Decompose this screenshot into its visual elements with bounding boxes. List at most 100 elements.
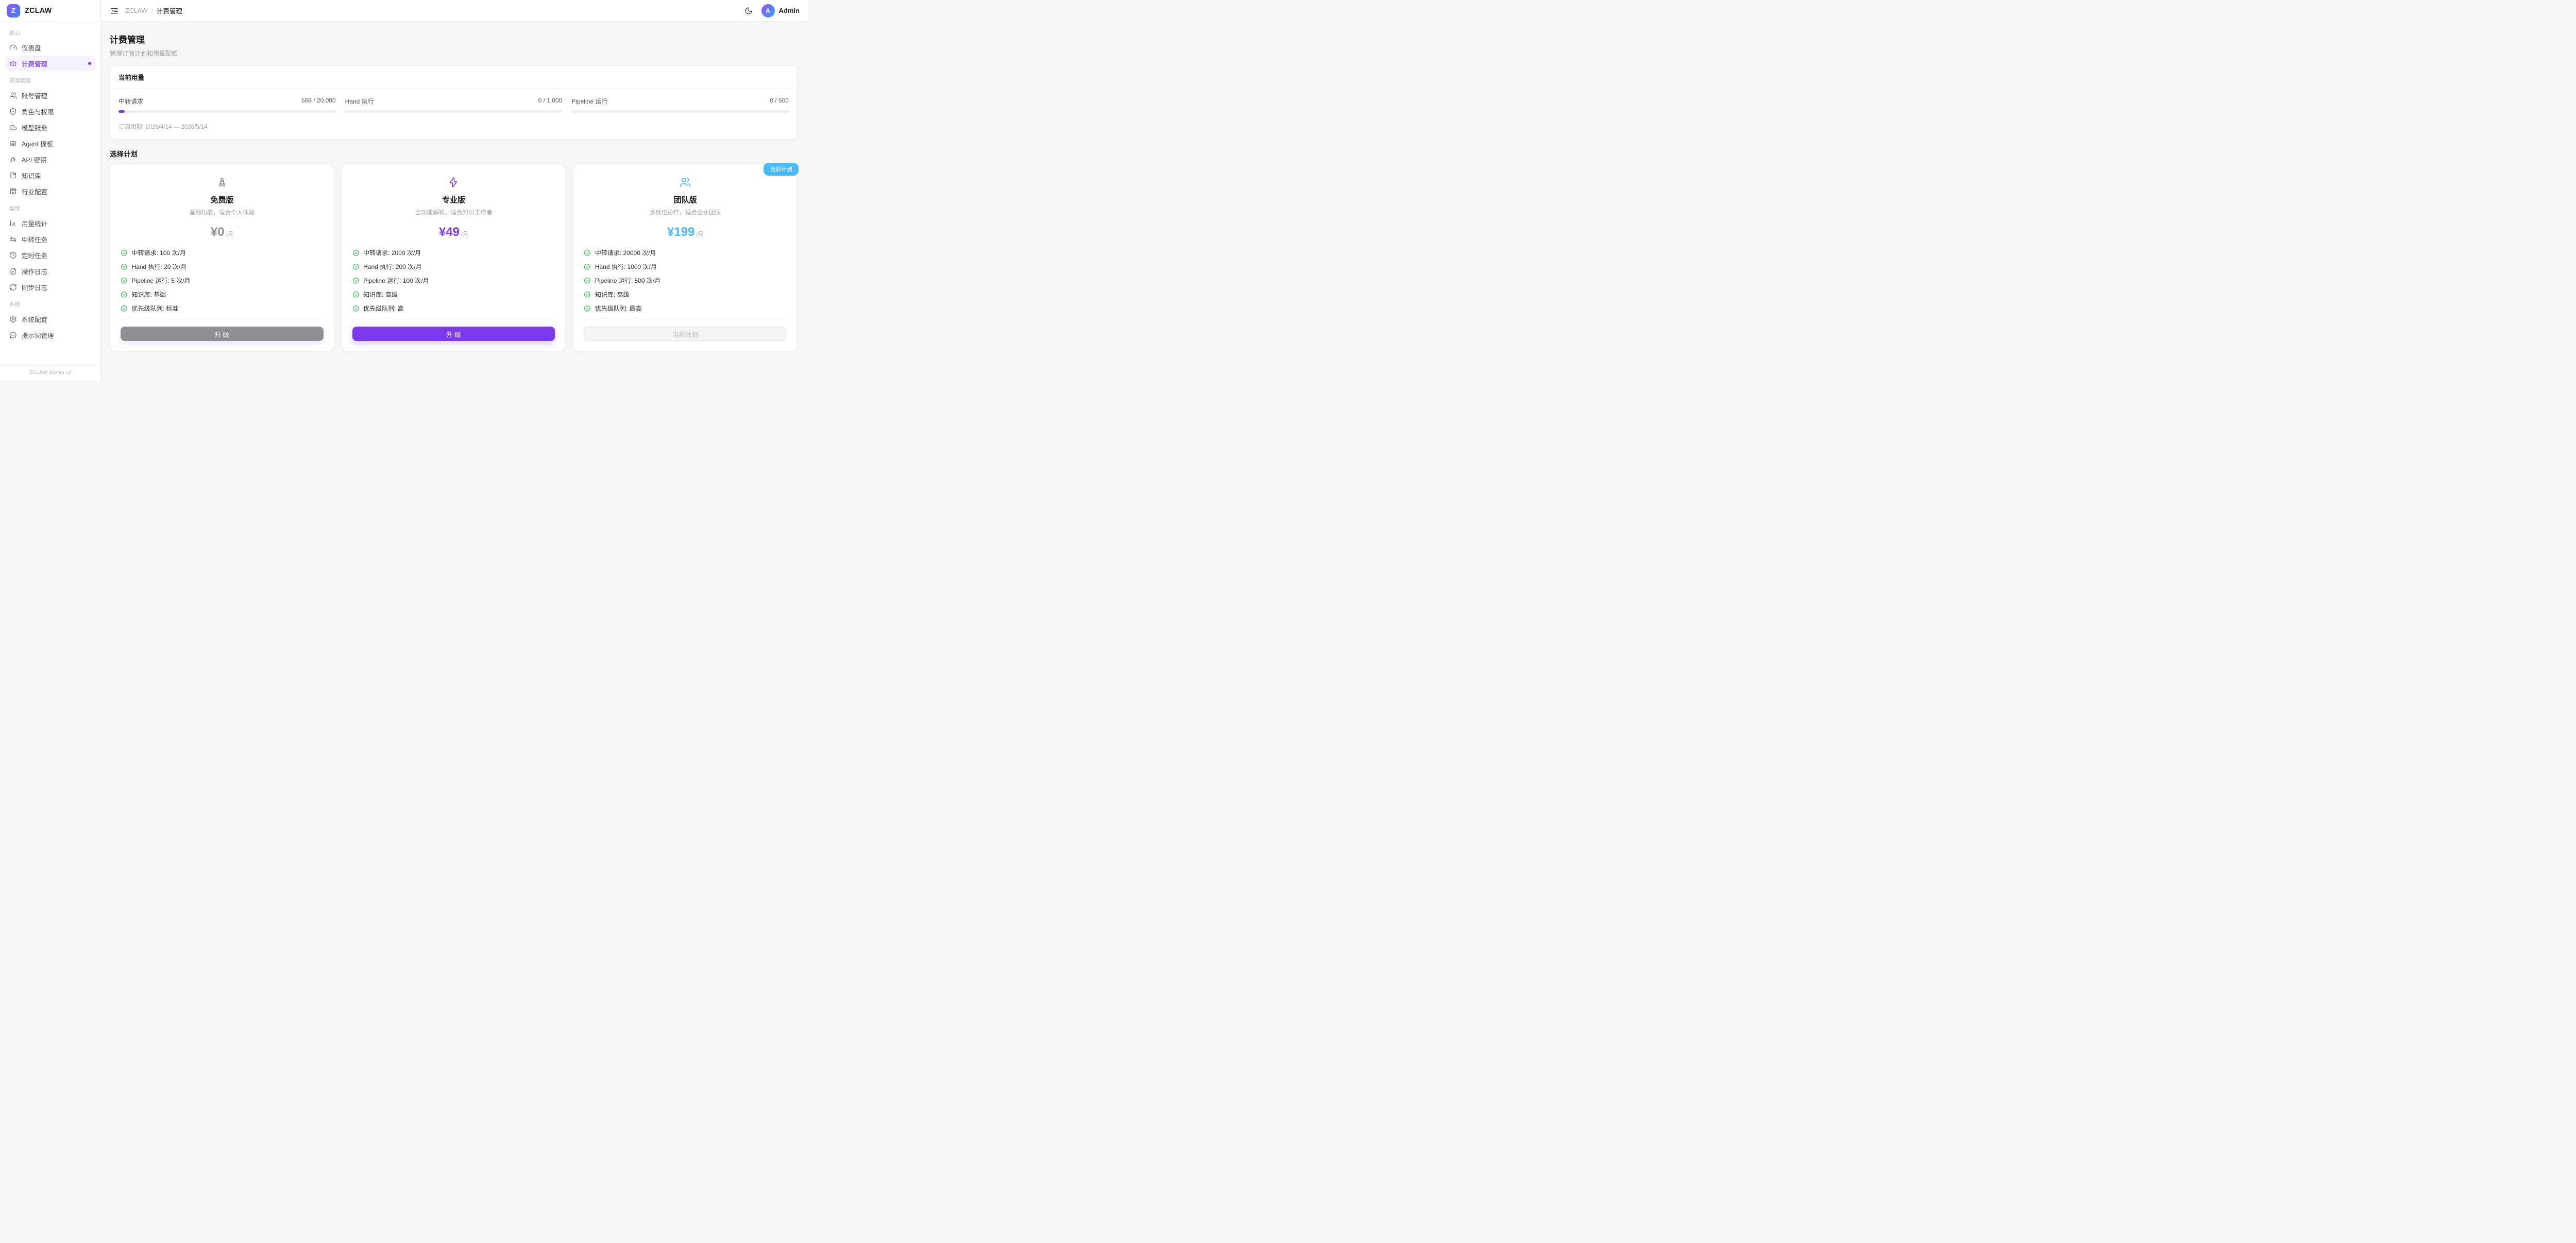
price-amount: ¥199 — [667, 225, 694, 240]
nav-section-system: 系统 — [5, 295, 95, 311]
usage-card-title: 当前用量 — [110, 66, 797, 89]
app-logo: Z ZCLAW — [0, 0, 100, 22]
main-area: ZCLAW / 计费管理 A Admin 计费管理 管理订阅计划和用量配额 当前… — [101, 0, 808, 381]
price-period: /月 — [226, 230, 233, 238]
sidebar-item-api-keys[interactable]: API 密钥 — [5, 151, 95, 167]
check-circle-icon — [584, 277, 591, 284]
check-circle-icon — [121, 249, 128, 257]
sidebar-item-accounts[interactable]: 账号管理 — [5, 88, 95, 103]
sidebar-item-scheduled-tasks[interactable]: 定时任务 — [5, 247, 95, 263]
sidebar-item-label: 知识库 — [22, 171, 41, 180]
sidebar-item-models[interactable]: 模型服务 — [5, 120, 95, 135]
shield-check-icon — [9, 108, 17, 115]
plan-feature-text: Pipeline 运行: 100 次/月 — [363, 276, 429, 285]
plan-name: 团队版 — [584, 194, 787, 205]
price-period: /月 — [461, 230, 468, 238]
upgrade-button-pro[interactable]: 升 级 — [352, 327, 555, 341]
plan-feature: 中转请求: 100 次/月 — [121, 248, 324, 257]
cloud-icon — [9, 124, 17, 131]
sidebar-item-label: 中转任务 — [22, 234, 47, 244]
sidebar-item-relay-tasks[interactable]: 中转任务 — [5, 231, 95, 247]
plan-features: 中转请求: 2000 次/月 Hand 执行: 200 次/月 Pipeline… — [352, 248, 555, 318]
plans-section-title: 选择计划 — [110, 148, 798, 159]
outdent-icon — [110, 7, 118, 15]
plan-features: 中转请求: 20000 次/月 Hand 执行: 1000 次/月 Pipeli… — [584, 248, 787, 318]
sidebar-item-sync-logs[interactable]: 同步日志 — [5, 279, 95, 295]
check-circle-icon — [584, 291, 591, 298]
check-circle-icon — [352, 291, 360, 298]
check-circle-icon — [584, 263, 591, 270]
sidebar-item-operation-logs[interactable]: 操作日志 — [5, 263, 95, 279]
sidebar-item-dashboard[interactable]: 仪表盘 — [5, 40, 95, 55]
nav-section-ops: 运维 — [5, 199, 95, 215]
sidebar-item-usage-stats[interactable]: 用量统计 — [5, 215, 95, 231]
gauge-icon — [9, 44, 17, 52]
plan-feature-text: 优先级队列: 最高 — [595, 304, 642, 313]
check-circle-icon — [352, 305, 360, 312]
plan-feature-text: Pipeline 运行: 5 次/月 — [132, 276, 191, 285]
sidebar-item-billing[interactable]: 计费管理 — [5, 56, 95, 71]
sidebar-item-label: 同步日志 — [22, 282, 47, 292]
check-circle-icon — [352, 263, 360, 270]
progress-fill — [118, 110, 125, 113]
check-circle-icon — [352, 277, 360, 284]
sidebar-item-label: 提示词管理 — [22, 330, 54, 340]
store-icon — [9, 188, 17, 195]
plan-feature: 优先级队列: 最高 — [584, 304, 787, 313]
sidebar-item-label: 仪表盘 — [22, 43, 41, 53]
progress-track — [345, 110, 563, 113]
progress-track — [571, 110, 789, 113]
page-subtitle: 管理订阅计划和用量配额 — [110, 49, 798, 58]
plan-price: ¥199 /月 — [584, 225, 787, 240]
user-menu[interactable]: A Admin — [761, 4, 800, 18]
sidebar-item-roles[interactable]: 角色与权限 — [5, 104, 95, 119]
plan-feature: 知识库: 基础 — [121, 290, 324, 299]
message-dots-icon — [9, 331, 17, 339]
plan-feature-text: 中转请求: 20000 次/月 — [595, 248, 656, 257]
plan-description: 基础功能，适合个人体验 — [121, 208, 324, 216]
plan-card-free: 免费版 基础功能，适合个人体验 ¥0 /月 中转请求: 100 次/月 Hand… — [110, 164, 334, 352]
upgrade-button-free[interactable]: 升 级 — [121, 327, 324, 341]
current-usage-card: 当前用量 中转请求 568 / 20,000 Hand 执行 0 / 1,000 — [110, 65, 798, 140]
active-dot — [88, 62, 91, 65]
dark-mode-toggle[interactable] — [743, 6, 754, 16]
plan-feature-text: Pipeline 运行: 500 次/月 — [595, 276, 660, 285]
sidebar-item-label: 计费管理 — [22, 59, 47, 69]
topbar-right: A Admin — [743, 4, 800, 18]
metric-value: 568 / 20,000 — [301, 97, 336, 106]
sidebar-item-label: 行业配置 — [22, 186, 47, 196]
sidebar-item-label: Agent 模板 — [22, 139, 53, 148]
plan-feature-text: 知识库: 基础 — [132, 290, 166, 299]
breadcrumb-current: 计费管理 — [157, 6, 182, 15]
current-plan-button[interactable]: 当前计划 — [584, 327, 787, 341]
plan-feature: Pipeline 运行: 100 次/月 — [352, 276, 555, 285]
metric-label: Hand 执行 — [345, 97, 374, 106]
plan-feature: 知识库: 高级 — [352, 290, 555, 299]
sidebar-item-prompt-management[interactable]: 提示词管理 — [5, 327, 95, 343]
price-amount: ¥49 — [439, 225, 460, 240]
sidebar-item-system-config[interactable]: 系统配置 — [5, 311, 95, 327]
metric-label: Pipeline 运行 — [571, 97, 607, 106]
breadcrumb-root[interactable]: ZCLAW — [125, 7, 147, 14]
sidebar-item-agent-templates[interactable]: Agent 模板 — [5, 135, 95, 151]
plans-grid: 免费版 基础功能，适合个人体验 ¥0 /月 中转请求: 100 次/月 Hand… — [110, 164, 798, 352]
sidebar-item-industry-config[interactable]: 行业配置 — [5, 183, 95, 199]
plan-card-team: 当前计划 团队版 多席位协作，适合企业团队 ¥199 /月 中转请求: 2000… — [573, 164, 798, 352]
check-circle-icon — [352, 249, 360, 257]
price-period: /月 — [696, 230, 703, 238]
plan-feature-text: Hand 执行: 1000 次/月 — [595, 262, 657, 271]
gear-icon — [9, 315, 17, 323]
usage-metric-pipeline: Pipeline 运行 0 / 500 — [571, 97, 789, 113]
sidebar-item-label: 系统配置 — [22, 314, 47, 324]
plan-description: 多席位协作，适合企业团队 — [584, 208, 787, 216]
plan-card-pro: 专业版 全功能解锁，适合知识工作者 ¥49 /月 中转请求: 2000 次/月 … — [342, 164, 566, 352]
plan-name: 专业版 — [352, 194, 555, 205]
sidebar-collapse-button[interactable] — [109, 6, 120, 16]
sidebar-item-label: 用量统计 — [22, 218, 47, 228]
sidebar-footer-version: ZCLAW Admin v2 — [0, 364, 100, 381]
bar-chart-icon — [9, 219, 17, 227]
sidebar-item-knowledge-base[interactable]: 知识库 — [5, 167, 95, 183]
nav-section-core: 核心 — [5, 24, 95, 40]
sidebar-item-label: 角色与权限 — [22, 107, 54, 116]
page-title: 计费管理 — [110, 32, 798, 45]
